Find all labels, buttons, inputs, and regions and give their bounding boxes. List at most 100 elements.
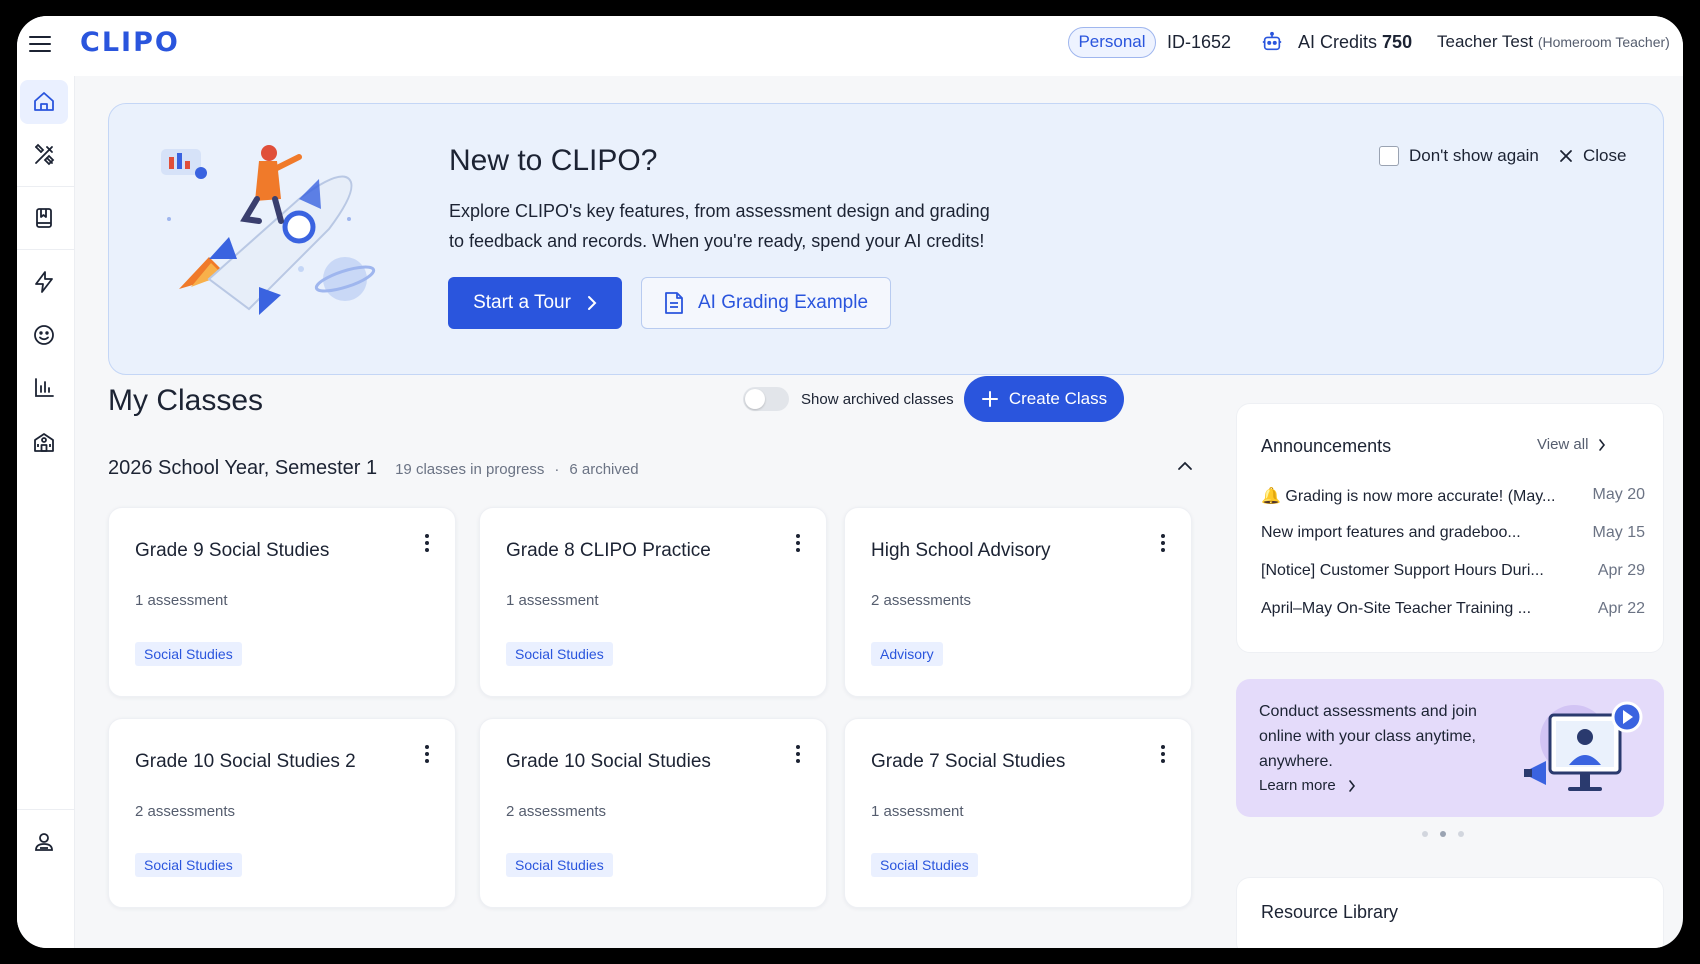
class-card[interactable]: Grade 10 Social Studies 2 2 assessments … [108, 718, 456, 908]
learn-more-label: Learn more [1259, 777, 1336, 794]
home-icon [34, 92, 54, 111]
archived-count: 6 archived [569, 461, 639, 478]
sidebar-divider [17, 249, 75, 250]
learn-more-link[interactable]: Learn more [1259, 777, 1356, 794]
announcement-item[interactable]: April–May On-Site Teacher Training ... A… [1261, 595, 1645, 625]
chevron-up-icon[interactable] [1175, 459, 1195, 473]
dont-show-again-checkbox[interactable]: Don't show again [1379, 146, 1539, 166]
announcement-date: Apr 29 [1597, 562, 1645, 579]
class-card[interactable]: Grade 8 CLIPO Practice 1 assessment Soci… [479, 507, 827, 697]
create-class-label: Create Class [1008, 389, 1108, 408]
chevron-right-icon [1599, 438, 1606, 451]
announcement-text: New import features and gradeboo... [1261, 524, 1521, 541]
view-all-label: View all [1537, 436, 1589, 453]
close-label: Close [1583, 146, 1627, 165]
bar-chart-icon [35, 378, 54, 397]
announcement-item[interactable]: New import features and gradeboo... May … [1261, 519, 1645, 549]
plus-icon [981, 391, 998, 407]
class-card[interactable]: Grade 10 Social Studies 2 assessments So… [479, 718, 827, 908]
sidebar-item-profile[interactable] [20, 819, 68, 863]
welcome-banner: New to CLIPO? Explore CLIPO's key featur… [108, 103, 1664, 375]
app-logo[interactable]: CLIPO [80, 27, 180, 58]
announcement-item[interactable]: [Notice] Customer Support Hours Duri... … [1261, 557, 1645, 587]
dont-show-again-label: Don't show again [1409, 146, 1539, 165]
assessment-count: 1 assessment [871, 803, 964, 820]
account-type-badge[interactable]: Personal [1068, 27, 1156, 58]
lightning-icon [35, 271, 53, 293]
subject-tag: Social Studies [871, 853, 978, 877]
user-profile-icon [35, 833, 53, 851]
online-class-illustration [1524, 701, 1643, 791]
promo-banner[interactable]: Conduct assessments and join online with… [1236, 679, 1664, 817]
ai-grading-example-button[interactable]: AI Grading Example [641, 277, 891, 329]
hamburger-menu-icon[interactable] [29, 33, 51, 55]
top-bar: CLIPO Personal ID-1652 AI Credits 750 Te… [17, 16, 1683, 76]
ai-credits-value: 750 [1382, 32, 1413, 52]
announcement-text: 🔔 Grading is now more accurate! (May... [1261, 488, 1556, 505]
close-icon [1560, 150, 1572, 162]
class-title: Grade 9 Social Studies [135, 540, 330, 561]
view-all-link[interactable]: View all [1537, 436, 1606, 453]
banner-description: Explore CLIPO's key features, from asses… [449, 201, 990, 251]
teacher-name: Teacher Test [1437, 32, 1534, 51]
more-options-icon[interactable] [794, 745, 802, 767]
more-options-icon[interactable] [423, 534, 431, 556]
assessment-count: 1 assessment [135, 592, 228, 609]
start-tour-button[interactable]: Start a Tour [448, 277, 622, 329]
show-archived-toggle[interactable]: Show archived classes [743, 387, 954, 411]
smiley-icon [34, 325, 54, 345]
sidebar-divider [17, 186, 75, 187]
announcement-text: [Notice] Customer Support Hours Duri... [1261, 562, 1544, 579]
more-options-icon[interactable] [1159, 534, 1167, 556]
subject-tag: Social Studies [135, 853, 242, 877]
ai-credits-label: AI Credits [1298, 32, 1378, 52]
close-banner-button[interactable]: Close [1559, 146, 1626, 166]
sidebar-divider [17, 809, 75, 810]
more-options-icon[interactable] [794, 534, 802, 556]
sidebar [17, 76, 75, 948]
sidebar-item-quick[interactable] [20, 260, 68, 304]
sidebar-item-reports[interactable] [20, 366, 68, 410]
start-tour-label: Start a Tour [473, 292, 571, 313]
assessment-count: 2 assessments [506, 803, 607, 820]
user-id: ID-1652 [1167, 32, 1232, 52]
subject-tag: Social Studies [506, 853, 613, 877]
class-card[interactable]: Grade 9 Social Studies 1 assessment Soci… [108, 507, 456, 697]
more-options-icon[interactable] [1159, 745, 1167, 767]
ai-grading-example-label: AI Grading Example [697, 292, 869, 313]
document-icon [665, 292, 683, 314]
class-card[interactable]: Grade 7 Social Studies 1 assessment Soci… [844, 718, 1192, 908]
resource-library-panel[interactable]: Resource Library [1236, 877, 1664, 948]
sidebar-item-school[interactable] [20, 420, 68, 464]
class-title: Grade 10 Social Studies [506, 751, 711, 772]
sidebar-item-library[interactable] [20, 196, 68, 240]
device-frame: CLIPO Personal ID-1652 AI Credits 750 Te… [0, 0, 1700, 964]
carousel-dot[interactable] [1458, 831, 1464, 837]
create-class-button[interactable]: Create Class [964, 376, 1124, 422]
checkbox-box[interactable] [1379, 146, 1399, 166]
announcement-item[interactable]: 🔔 Grading is now more accurate! (May... … [1261, 481, 1645, 511]
chevron-right-icon [1348, 779, 1355, 792]
carousel-dot-active[interactable] [1440, 831, 1446, 837]
class-title: Grade 10 Social Studies 2 [135, 751, 356, 772]
show-archived-label: Show archived classes [801, 390, 954, 408]
toggle-switch[interactable] [743, 387, 789, 411]
bookmark-book-icon [36, 208, 52, 228]
user-menu[interactable]: Teacher Test (Homeroom Teacher) [1437, 32, 1670, 52]
announcement-text: April–May On-Site Teacher Training ... [1261, 600, 1532, 617]
teacher-role: (Homeroom Teacher) [1537, 34, 1670, 50]
subject-tag: Advisory [871, 642, 943, 666]
sidebar-item-home[interactable] [20, 80, 68, 124]
assessment-count: 2 assessments [135, 803, 236, 820]
class-card[interactable]: High School Advisory 2 assessments Advis… [844, 507, 1192, 697]
sidebar-item-tools[interactable] [20, 133, 68, 177]
app-screen: CLIPO Personal ID-1652 AI Credits 750 Te… [17, 16, 1683, 948]
rocket-illustration [161, 145, 376, 315]
sidebar-item-students[interactable] [20, 313, 68, 357]
announcements-title: Announcements [1261, 436, 1392, 456]
semester-name: 2026 School Year, Semester 1 [108, 457, 378, 479]
resource-library-title: Resource Library [1261, 902, 1399, 922]
class-title: Grade 8 CLIPO Practice [506, 540, 711, 561]
carousel-dot[interactable] [1422, 831, 1428, 837]
more-options-icon[interactable] [423, 745, 431, 767]
